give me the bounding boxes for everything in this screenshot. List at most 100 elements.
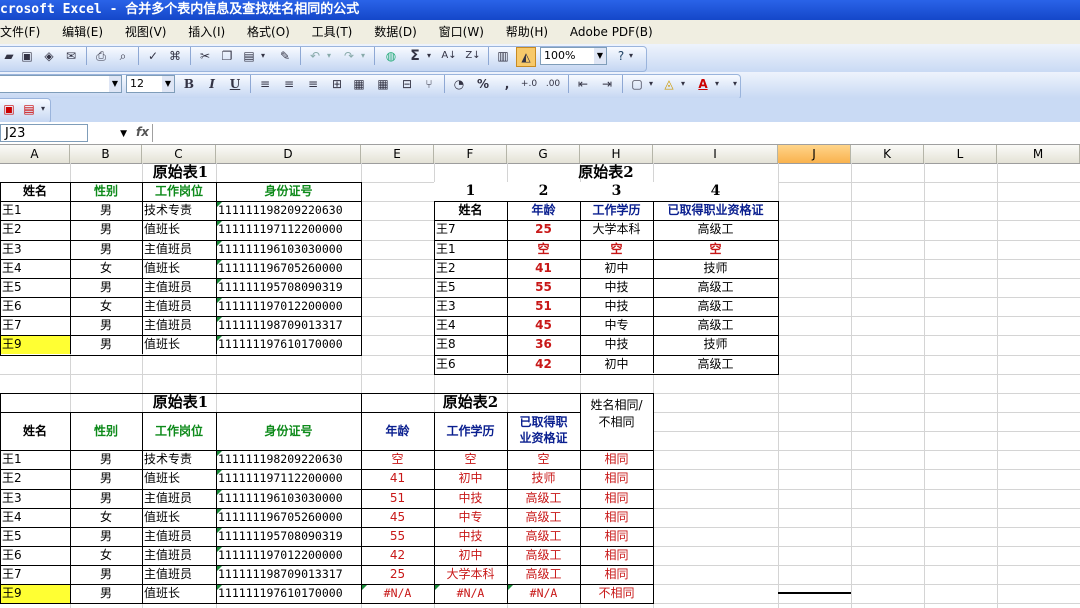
- redo-dropdown-icon[interactable]: ▾: [358, 47, 368, 65]
- borders-icon[interactable]: ▢: [628, 75, 646, 93]
- column-header-e[interactable]: E: [361, 145, 434, 163]
- column-header-a[interactable]: A: [0, 145, 70, 163]
- pdf-email-icon[interactable]: ▤: [20, 100, 38, 118]
- active-cell-outline[interactable]: [778, 592, 851, 594]
- font-color-dropdown-icon[interactable]: ▾: [712, 75, 722, 93]
- column-header-f[interactable]: F: [434, 145, 507, 163]
- font-name-select[interactable]: ▼: [0, 75, 122, 93]
- italic-icon[interactable]: I: [203, 75, 221, 93]
- print-icon[interactable]: ⎙: [92, 47, 110, 65]
- table2-certificate-cell: 技师: [653, 259, 778, 278]
- toolbar-options-icon[interactable]: ▾: [730, 75, 740, 93]
- align-center-icon[interactable]: ≡: [280, 75, 298, 93]
- table2-column-number: 1: [434, 182, 507, 201]
- column-header-h[interactable]: H: [580, 145, 653, 163]
- align-left-icon[interactable]: ≡: [256, 75, 274, 93]
- table-icon[interactable]: ▦: [350, 75, 368, 93]
- formula-input[interactable]: [152, 124, 1080, 142]
- email-icon[interactable]: ✉: [62, 47, 80, 65]
- spelling-icon[interactable]: ✓: [144, 47, 162, 65]
- paste-icon[interactable]: ▤: [240, 47, 258, 65]
- font-size-select[interactable]: 12 ▼: [126, 75, 175, 93]
- merge-center-icon[interactable]: ⊞: [328, 75, 346, 93]
- sort-ascending-icon[interactable]: A↓: [440, 47, 458, 65]
- error-indicator: [217, 336, 222, 341]
- column-header-k[interactable]: K: [851, 145, 924, 163]
- sort-descending-icon[interactable]: Z↓: [464, 47, 482, 65]
- menu-window[interactable]: 窗口(W): [430, 20, 493, 44]
- decrease-indent-icon[interactable]: ⇤: [574, 75, 592, 93]
- fork-icon[interactable]: ⑂: [420, 75, 438, 93]
- grid-icon[interactable]: ▦: [374, 75, 392, 93]
- column-header-d[interactable]: D: [216, 145, 361, 163]
- menu-view[interactable]: 视图(V): [116, 20, 176, 44]
- cut-icon[interactable]: ✂: [196, 47, 214, 65]
- decrease-decimal-icon[interactable]: .00: [544, 75, 562, 93]
- name-box[interactable]: J23 ▼: [0, 124, 127, 142]
- research-icon[interactable]: ⌘: [166, 47, 184, 65]
- save-icon[interactable]: ▣: [18, 47, 36, 65]
- permission-icon[interactable]: ◈: [40, 47, 58, 65]
- fill-color-icon[interactable]: ◬: [660, 75, 678, 93]
- menu-data[interactable]: 数据(D): [365, 20, 426, 44]
- align-right-icon[interactable]: ≡: [304, 75, 322, 93]
- merged-position-cell: 主值班员: [142, 489, 216, 508]
- worksheet-grid[interactable]: 原始表1 姓名 性别 工作岗位 身份证号 王1 男技术专责 11111119820922063…: [0, 163, 1080, 608]
- table1-name-cell: 王4: [0, 259, 70, 278]
- merged-certificate-cell: 高级工: [507, 527, 580, 546]
- currency-icon[interactable]: ◔: [450, 75, 468, 93]
- open-icon[interactable]: ▰: [0, 47, 18, 65]
- toolbar-options-icon[interactable]: ▾: [626, 47, 636, 65]
- merged-border: [0, 527, 653, 528]
- column-header-g[interactable]: G: [507, 145, 580, 163]
- menu-help[interactable]: 帮助(H): [497, 20, 557, 44]
- comma-icon[interactable]: ,: [498, 75, 516, 93]
- increase-decimal-icon[interactable]: +.0: [520, 75, 538, 93]
- font-color-icon[interactable]: A: [694, 75, 712, 93]
- menu-tools[interactable]: 工具(T): [303, 20, 362, 44]
- drawing-icon[interactable]: ◭: [516, 47, 536, 67]
- underline-icon[interactable]: U: [226, 75, 244, 93]
- column-header-c[interactable]: C: [142, 145, 216, 163]
- column-header-l[interactable]: L: [924, 145, 997, 163]
- merged-education-cell: 初中: [434, 546, 507, 565]
- cell-style-icon[interactable]: ⊟: [398, 75, 416, 93]
- percent-icon[interactable]: %: [474, 75, 492, 93]
- menu-edit[interactable]: 编辑(E): [53, 20, 112, 44]
- convert-to-pdf-icon[interactable]: ▣: [0, 100, 18, 118]
- column-header-b[interactable]: B: [70, 145, 142, 163]
- autosum-icon[interactable]: Σ: [406, 47, 424, 65]
- toolbar-options-icon[interactable]: ▾: [38, 100, 48, 118]
- zoom-select[interactable]: 100% ▼: [540, 47, 607, 65]
- column-header-j[interactable]: J: [778, 145, 851, 163]
- redo-icon[interactable]: ↷: [340, 47, 358, 65]
- menu-format[interactable]: 格式(O): [238, 20, 299, 44]
- menu-adobe-pdf[interactable]: Adobe PDF(B): [561, 20, 662, 44]
- borders-dropdown-icon[interactable]: ▾: [646, 75, 656, 93]
- chevron-down-icon[interactable]: ▼: [109, 76, 121, 92]
- hyperlink-icon[interactable]: ◍: [382, 47, 400, 65]
- format-painter-icon[interactable]: ✎: [276, 47, 294, 65]
- chart-wizard-icon[interactable]: ▥: [494, 47, 512, 65]
- menu-insert[interactable]: 插入(I): [179, 20, 234, 44]
- bold-icon[interactable]: B: [180, 75, 198, 93]
- undo-dropdown-icon[interactable]: ▾: [324, 47, 334, 65]
- chevron-down-icon[interactable]: ▼: [162, 76, 174, 92]
- table2-name-cell: 王8: [434, 335, 507, 354]
- paste-dropdown-icon[interactable]: ▾: [258, 47, 268, 65]
- undo-icon[interactable]: ↶: [306, 47, 324, 65]
- table1-border: [0, 355, 362, 356]
- chevron-down-icon[interactable]: ▼: [120, 125, 127, 143]
- print-preview-icon[interactable]: ⌕: [114, 47, 132, 65]
- autosum-dropdown-icon[interactable]: ▾: [424, 47, 434, 65]
- fill-color-dropdown-icon[interactable]: ▾: [678, 75, 688, 93]
- column-header-m[interactable]: M: [997, 145, 1080, 163]
- copy-icon[interactable]: ❐: [218, 47, 236, 65]
- increase-indent-icon[interactable]: ⇥: [598, 75, 616, 93]
- merged-border: [361, 393, 362, 412]
- menu-file[interactable]: 文件(F): [0, 20, 49, 44]
- insert-function-icon[interactable]: fx: [136, 125, 149, 139]
- column-header-i[interactable]: I: [653, 145, 778, 163]
- chevron-down-icon[interactable]: ▼: [594, 48, 606, 64]
- table1-gender-cell: 男: [70, 201, 142, 220]
